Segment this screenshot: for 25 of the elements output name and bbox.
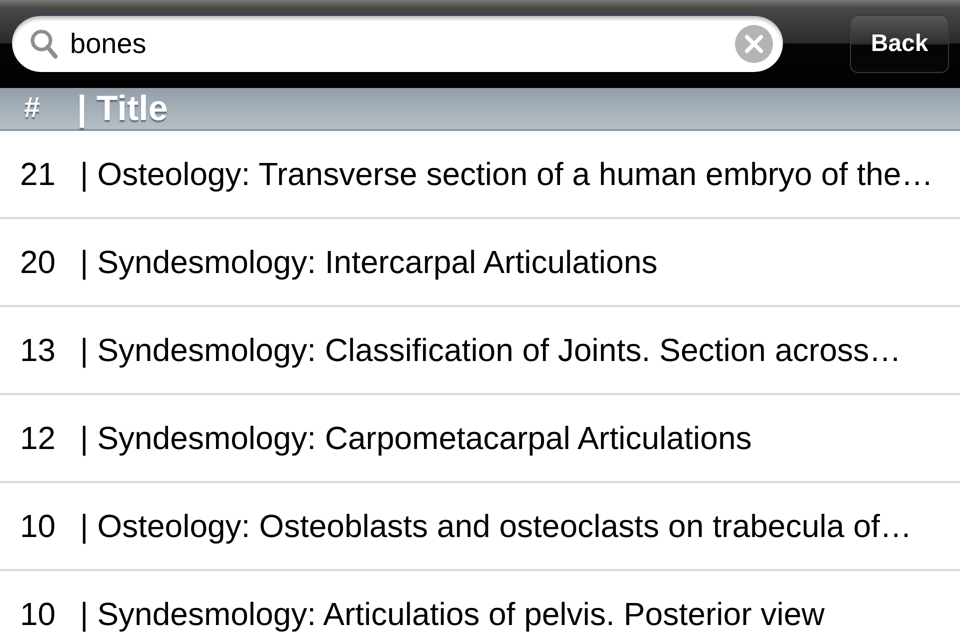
row-number: 13 — [20, 332, 57, 368]
clear-icon[interactable] — [735, 25, 773, 63]
search-field[interactable]: bones — [12, 14, 783, 72]
row-title: | Syndesmology: Articulatios of pelvis. Posterior view — [80, 596, 825, 632]
row-number: 10 — [20, 596, 57, 632]
result-row[interactable]: 10 | Osteology: Osteoblasts and osteoclasts on trabecula of… — [0, 483, 960, 571]
search-input[interactable]: bones — [70, 28, 270, 60]
back-button[interactable]: Back — [850, 15, 949, 73]
row-title: | Syndesmology: Classification of Joints. Section across… — [80, 332, 902, 368]
search-icon — [30, 29, 58, 59]
row-title: | Syndesmology: Carpometacarpal Articulations — [80, 420, 752, 456]
result-row[interactable]: 20 | Syndesmology: Intercarpal Articulations — [0, 219, 960, 307]
result-row[interactable]: 12 | Syndesmology: Carpometacarpal Articulations — [0, 395, 960, 483]
row-number: 20 — [20, 244, 57, 280]
row-number: 12 — [20, 420, 57, 456]
result-row[interactable]: 10 | Syndesmology: Articulatios of pelvis. Posterior view — [0, 571, 960, 640]
row-title: | Osteology: Transverse section of a human embryo of the… — [80, 156, 934, 192]
row-title: | Osteology: Osteoblasts and osteoclasts on trabecula of… — [80, 508, 912, 544]
row-title: | Syndesmology: Intercarpal Articulations — [80, 244, 658, 280]
column-header: # — [24, 91, 42, 126]
row-number: 21 — [20, 156, 57, 192]
result-row[interactable]: 21 | Osteology: Transverse section of a human embryo of the… — [0, 131, 960, 219]
column-header: | Title — [77, 88, 168, 129]
row-number: 10 — [20, 508, 57, 544]
result-row[interactable]: 13 | Syndesmology: Classification of Joints. Section across… — [0, 307, 960, 395]
